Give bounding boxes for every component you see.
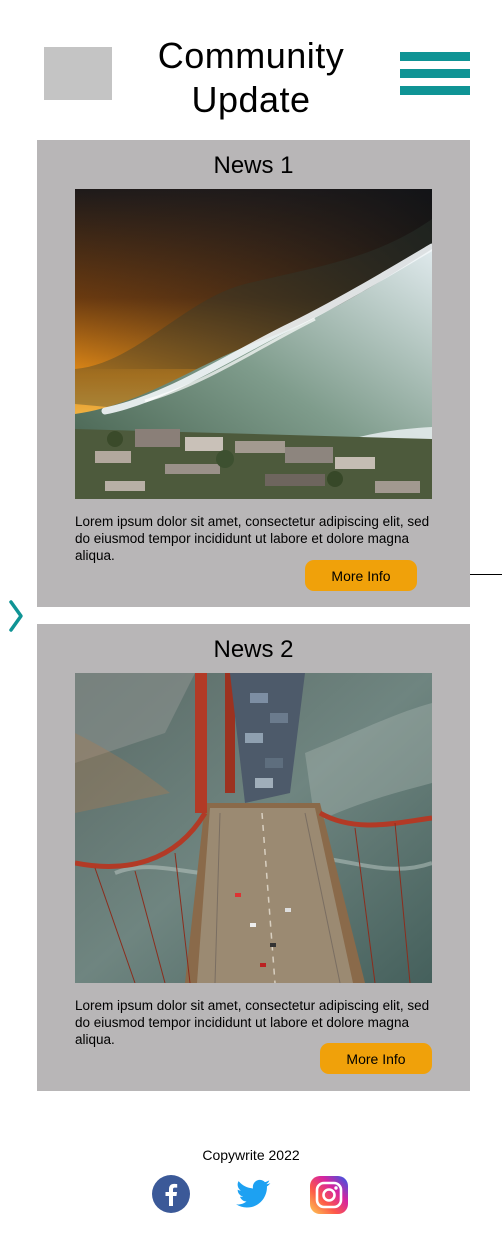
news-body: Lorem ipsum dolor sit amet, consectetur … — [75, 998, 430, 1047]
tsunami-wave-image — [75, 189, 432, 499]
menu-bar-middle — [400, 69, 470, 78]
logo-placeholder-icon — [44, 47, 112, 100]
news-title: News 2 — [213, 636, 294, 663]
page-title: Community Update — [140, 34, 362, 122]
instagram-icon[interactable] — [309, 1175, 348, 1214]
news-body: Lorem ipsum dolor sit amet, consectetur … — [75, 514, 430, 563]
twitter-icon[interactable] — [234, 1175, 272, 1213]
copyright-text: Copywrite 2022 — [202, 1147, 300, 1163]
page-title-line-1: Community — [157, 35, 345, 76]
chevron-right-icon[interactable] — [6, 596, 26, 636]
hamburger-menu-icon[interactable] — [400, 52, 470, 96]
page-title-line-2: Update — [191, 79, 311, 120]
menu-bar-top — [400, 52, 470, 61]
news-card-2: News 2 Lorem ipsum dolor sit amet, conse… — [37, 624, 470, 1091]
more-info-button[interactable]: More Info — [320, 1043, 432, 1074]
facebook-icon[interactable] — [152, 1175, 190, 1213]
menu-bar-bottom — [400, 86, 470, 95]
bridge-flood-image — [75, 673, 432, 983]
news-card-1: News 1 Lorem ipsum dolor sit amet, conse… — [37, 140, 470, 607]
news-title: News 1 — [213, 152, 294, 179]
more-info-button[interactable]: More Info — [305, 560, 417, 591]
